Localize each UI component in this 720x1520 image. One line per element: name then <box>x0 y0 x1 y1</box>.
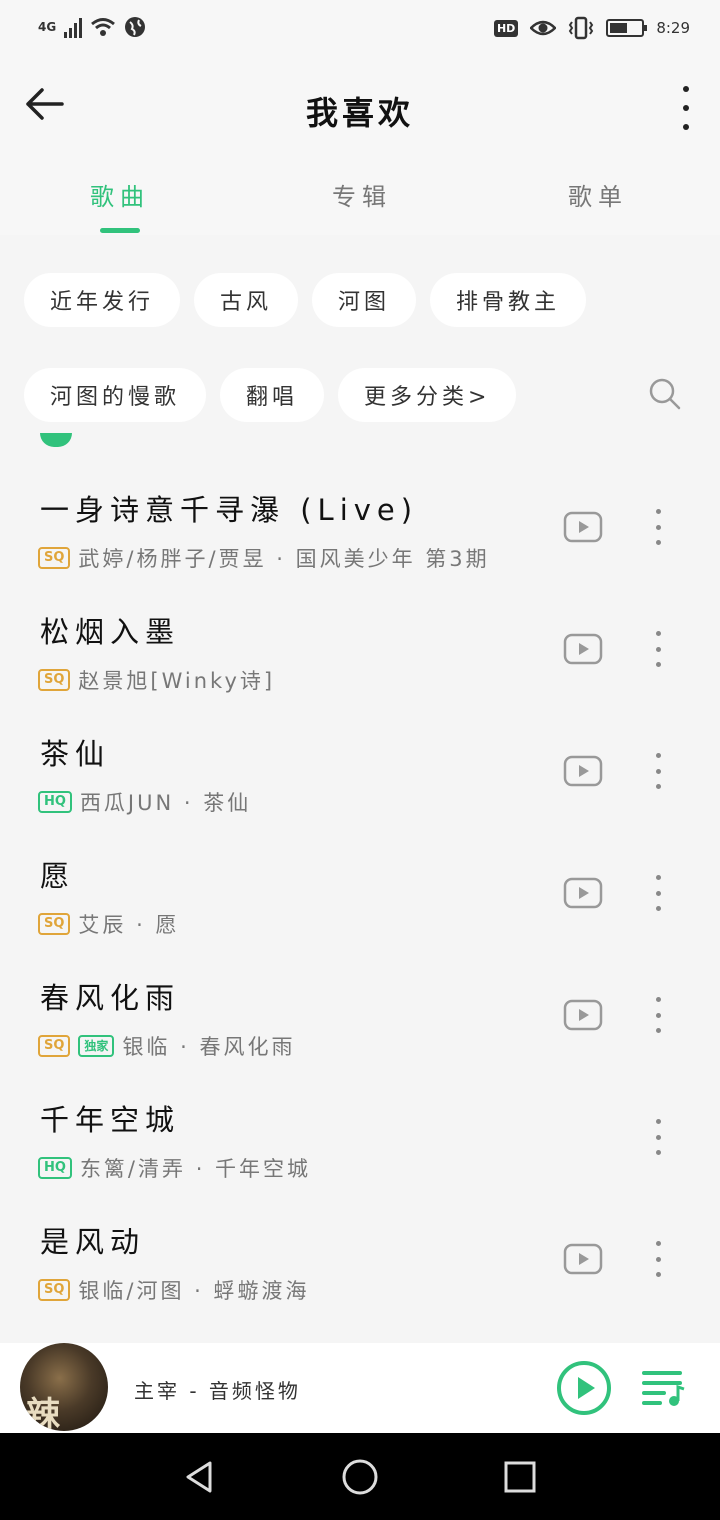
playlist-queue-icon[interactable] <box>640 1367 686 1409</box>
exclusive-badge: 独家 <box>78 1035 115 1057</box>
song-more-icon[interactable] <box>654 997 662 1033</box>
clock: 8:29 <box>656 19 690 37</box>
song-title: 一身诗意千寻瀑 (Live) <box>40 493 419 527</box>
battery-icon <box>606 19 648 37</box>
mv-play-icon[interactable] <box>563 633 603 665</box>
network-type: 4G <box>38 20 57 34</box>
filter-chip[interactable]: 河图的慢歌 <box>24 368 207 422</box>
search-icon[interactable] <box>648 377 682 411</box>
song-title: 松烟入墨 <box>40 615 181 649</box>
signal-icon <box>64 16 83 38</box>
more-categories-chip[interactable]: 更多分类> <box>338 368 517 422</box>
status-right: HD 8:29 <box>493 16 690 40</box>
song-row[interactable]: 一身诗意千寻瀑 (Live) SQ 武婷/杨胖子/贾昱 · 国风美少年 第3期 <box>0 479 720 601</box>
nav-home-icon[interactable] <box>340 1457 380 1497</box>
song-artist-album: 武婷/杨胖子/贾昱 · 国风美少年 第3期 <box>78 547 490 571</box>
song-title: 是风动 <box>40 1225 146 1259</box>
quality-badge: HQ <box>38 791 72 813</box>
filter-row-2: 河图的慢歌 翻唱 更多分类> <box>24 368 517 422</box>
quality-badge: SQ <box>38 913 71 935</box>
tab-playlists[interactable]: 歌单 <box>528 177 668 212</box>
song-more-icon[interactable] <box>654 1119 662 1155</box>
top-app-bar: 我喜欢 <box>0 60 720 155</box>
filter-chip[interactable]: 河图 <box>312 273 417 327</box>
now-playing-text: 主宰 - 音频怪物 <box>134 1379 301 1403</box>
song-meta: HQ 东篱/清弄 · 千年空城 <box>38 1153 311 1183</box>
filter-chip[interactable]: 近年发行 <box>24 273 181 327</box>
tab-albums[interactable]: 专辑 <box>292 177 432 212</box>
song-artist-album: 银临 · 春风化雨 <box>122 1035 296 1059</box>
song-meta: SQ 武婷/杨胖子/贾昱 · 国风美少年 第3期 <box>38 543 490 573</box>
globe-icon <box>125 17 146 37</box>
tab-bar: 歌曲 专辑 歌单 <box>0 155 720 235</box>
song-artist-album: 西瓜JUN · 茶仙 <box>79 791 252 815</box>
song-more-icon[interactable] <box>654 875 662 911</box>
song-row[interactable]: 是风动 SQ 银临/河图 · 蜉蝣渡海 <box>0 1211 720 1333</box>
song-list-area: 近年发行 古风 河图 排骨教主 河图的慢歌 翻唱 更多分类> 一身诗意千寻瀑 (… <box>0 235 720 1343</box>
vibrate-icon <box>569 16 594 40</box>
song-meta: HQ 西瓜JUN · 茶仙 <box>38 787 251 817</box>
mv-play-icon[interactable] <box>563 999 603 1031</box>
song-more-icon[interactable] <box>654 1241 662 1277</box>
song-row[interactable]: 春风化雨 SQ 独家 银临 · 春风化雨 <box>0 967 720 1089</box>
quality-badge: SQ <box>38 1279 71 1301</box>
song-artist-album: 银临/河图 · 蜉蝣渡海 <box>78 1279 310 1303</box>
song-meta: SQ 银临/河图 · 蜉蝣渡海 <box>38 1275 310 1305</box>
filter-chip[interactable]: 翻唱 <box>220 368 325 422</box>
song-row[interactable]: 愿 SQ 艾辰 · 愿 <box>0 845 720 967</box>
tab-songs[interactable]: 歌曲 <box>50 177 190 212</box>
song-meta: SQ 独家 银临 · 春风化雨 <box>38 1031 295 1061</box>
song-row[interactable]: 千年空城 HQ 东篱/清弄 · 千年空城 <box>0 1089 720 1211</box>
tab-indicator <box>100 228 140 233</box>
song-more-icon[interactable] <box>654 509 662 545</box>
page-title: 我喜欢 <box>305 94 414 132</box>
quality-badge: HQ <box>38 1157 72 1179</box>
play-circle-icon[interactable] <box>556 1360 612 1416</box>
song-row[interactable]: 松烟入墨 SQ 赵景旭[Winky诗] <box>0 601 720 723</box>
mv-play-icon[interactable] <box>563 511 603 543</box>
mv-play-icon[interactable] <box>563 1243 603 1275</box>
song-title: 茶仙 <box>40 737 111 771</box>
mv-play-icon[interactable] <box>563 755 603 787</box>
song-row[interactable]: 茶仙 HQ 西瓜JUN · 茶仙 <box>0 723 720 845</box>
quality-badge: SQ <box>38 669 71 691</box>
filter-row-1: 近年发行 古风 河图 排骨教主 <box>24 273 587 327</box>
song-title: 春风化雨 <box>40 981 181 1015</box>
filter-chip[interactable]: 古风 <box>194 273 299 327</box>
album-cover[interactable]: 辣 <box>20 1343 108 1431</box>
mini-player[interactable]: 辣 主宰 - 音频怪物 <box>0 1343 720 1433</box>
song-artist-album: 赵景旭[Winky诗] <box>78 669 276 693</box>
status-bar: 4G HD 8:29 <box>0 0 720 60</box>
quality-badge: SQ <box>38 547 71 569</box>
status-left: 4G <box>38 16 146 38</box>
scroll-marker <box>40 433 72 447</box>
song-more-icon[interactable] <box>654 631 662 667</box>
song-artist-album: 东篱/清弄 · 千年空城 <box>79 1157 312 1181</box>
nav-recents-icon[interactable] <box>500 1457 540 1497</box>
hd-badge: HD <box>493 19 519 37</box>
eye-icon <box>530 20 557 36</box>
song-more-icon[interactable] <box>654 753 662 789</box>
song-title: 千年空城 <box>40 1103 181 1137</box>
album-cover-glyph: 辣 <box>26 1395 60 1431</box>
filter-chip[interactable]: 排骨教主 <box>430 273 587 327</box>
song-meta: SQ 艾辰 · 愿 <box>38 909 179 939</box>
song-artist-album: 艾辰 · 愿 <box>78 913 180 937</box>
nav-back-icon[interactable] <box>180 1457 220 1497</box>
more-vertical-icon[interactable] <box>680 86 692 130</box>
quality-badge: SQ <box>38 1035 71 1057</box>
system-nav-bar <box>0 1433 720 1520</box>
wifi-icon <box>91 18 116 36</box>
song-title: 愿 <box>40 859 76 893</box>
mv-play-icon[interactable] <box>563 877 603 909</box>
song-meta: SQ 赵景旭[Winky诗] <box>38 665 275 695</box>
